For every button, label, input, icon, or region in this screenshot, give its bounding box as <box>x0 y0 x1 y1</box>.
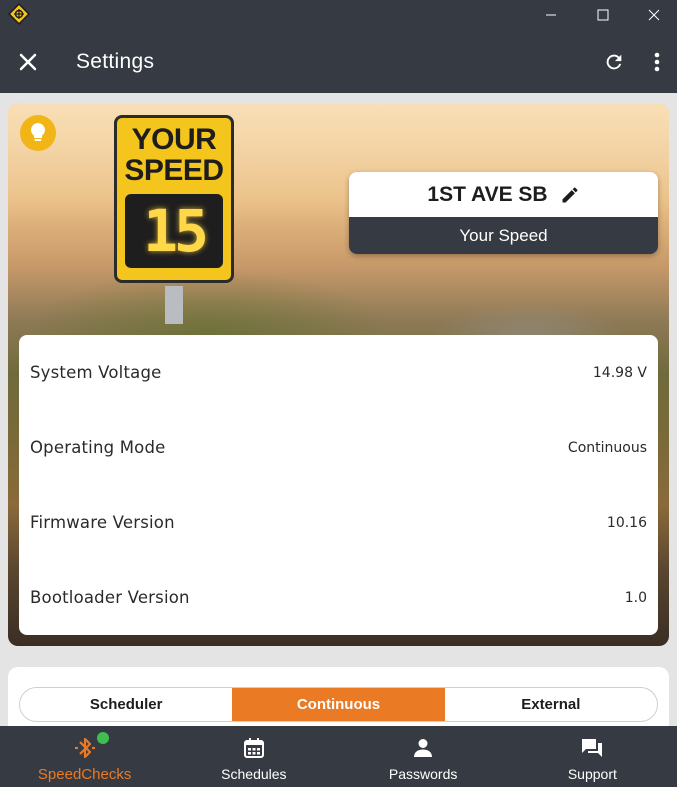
nav-label: Schedules <box>221 766 287 782</box>
info-label: Operating Mode <box>30 438 166 457</box>
info-row-operating-mode: Operating Mode Continuous <box>19 410 658 485</box>
mode-continuous-button[interactable]: Continuous <box>232 688 445 721</box>
identify-light-button[interactable] <box>20 115 56 151</box>
minimize-button[interactable] <box>525 0 577 30</box>
more-options-button[interactable] <box>645 48 669 76</box>
device-hero-card: YOUR SPEED 15 1ST AVE SB Your Speed Syst… <box>8 103 669 646</box>
refresh-button[interactable] <box>600 48 628 76</box>
info-value: 1.0 <box>624 590 647 606</box>
more-vertical-icon <box>654 52 660 72</box>
info-row-firmware-version: Firmware Version 10.16 <box>19 485 658 560</box>
edit-pencil-icon[interactable] <box>560 185 580 205</box>
maximize-button[interactable] <box>577 0 629 30</box>
device-name-row[interactable]: 1ST AVE SB <box>349 172 658 217</box>
bottom-navigation: SpeedChecks Schedules Passwords Support <box>0 726 677 787</box>
info-value: 14.98 V <box>592 365 647 381</box>
nav-schedules[interactable]: Schedules <box>169 726 338 787</box>
operating-mode-selector: Scheduler Continuous External <box>19 687 658 722</box>
speed-sign-image: YOUR SPEED 15 <box>114 115 234 283</box>
info-value: 10.16 <box>606 515 647 531</box>
window-titlebar <box>0 0 677 30</box>
info-value: Continuous <box>567 440 647 456</box>
operating-mode-card: Scheduler Continuous External <box>8 667 669 726</box>
info-row-bootloader-version: Bootloader Version 1.0 <box>19 560 658 635</box>
mode-scheduler-button[interactable]: Scheduler <box>20 688 232 721</box>
connection-status-dot <box>96 732 109 744</box>
nav-label: Support <box>567 766 617 782</box>
nav-support[interactable]: Support <box>508 726 677 787</box>
nav-label: SpeedChecks <box>37 766 132 783</box>
refresh-icon <box>606 54 622 70</box>
window-close-button[interactable] <box>628 0 677 30</box>
info-row-system-voltage: System Voltage 14.98 V <box>19 335 658 410</box>
app-logo-icon <box>8 3 30 25</box>
info-label: Firmware Version <box>30 513 175 532</box>
app-header: Settings <box>0 30 677 93</box>
device-info-card: System Voltage 14.98 V Operating Mode Co… <box>19 335 658 635</box>
bluetooth-icon <box>71 732 109 762</box>
lightbulb-icon <box>31 123 45 141</box>
page-title: Settings <box>76 50 155 73</box>
display-mode-label: Your Speed <box>349 217 658 254</box>
nav-passwords[interactable]: Passwords <box>339 726 508 787</box>
speed-sign-text: YOUR SPEED <box>124 123 224 187</box>
info-label: System Voltage <box>30 363 162 382</box>
calendar-icon <box>240 734 268 762</box>
settings-content[interactable]: YOUR SPEED 15 1ST AVE SB Your Speed Syst… <box>0 93 677 726</box>
chat-icon <box>578 734 606 762</box>
close-icon <box>19 53 37 71</box>
speed-sign-number: 15 <box>143 197 209 265</box>
nav-speedchecks[interactable]: SpeedChecks <box>0 726 169 787</box>
close-settings-button[interactable] <box>14 48 42 76</box>
device-name-card[interactable]: 1ST AVE SB Your Speed <box>349 172 658 254</box>
info-label: Bootloader Version <box>30 588 190 607</box>
person-icon <box>409 734 437 762</box>
speed-sign-post <box>165 286 183 324</box>
nav-label: Passwords <box>388 766 458 782</box>
device-name: 1ST AVE SB <box>427 182 548 206</box>
speed-sign-display: 15 <box>125 194 223 268</box>
mode-external-button[interactable]: External <box>445 688 657 721</box>
